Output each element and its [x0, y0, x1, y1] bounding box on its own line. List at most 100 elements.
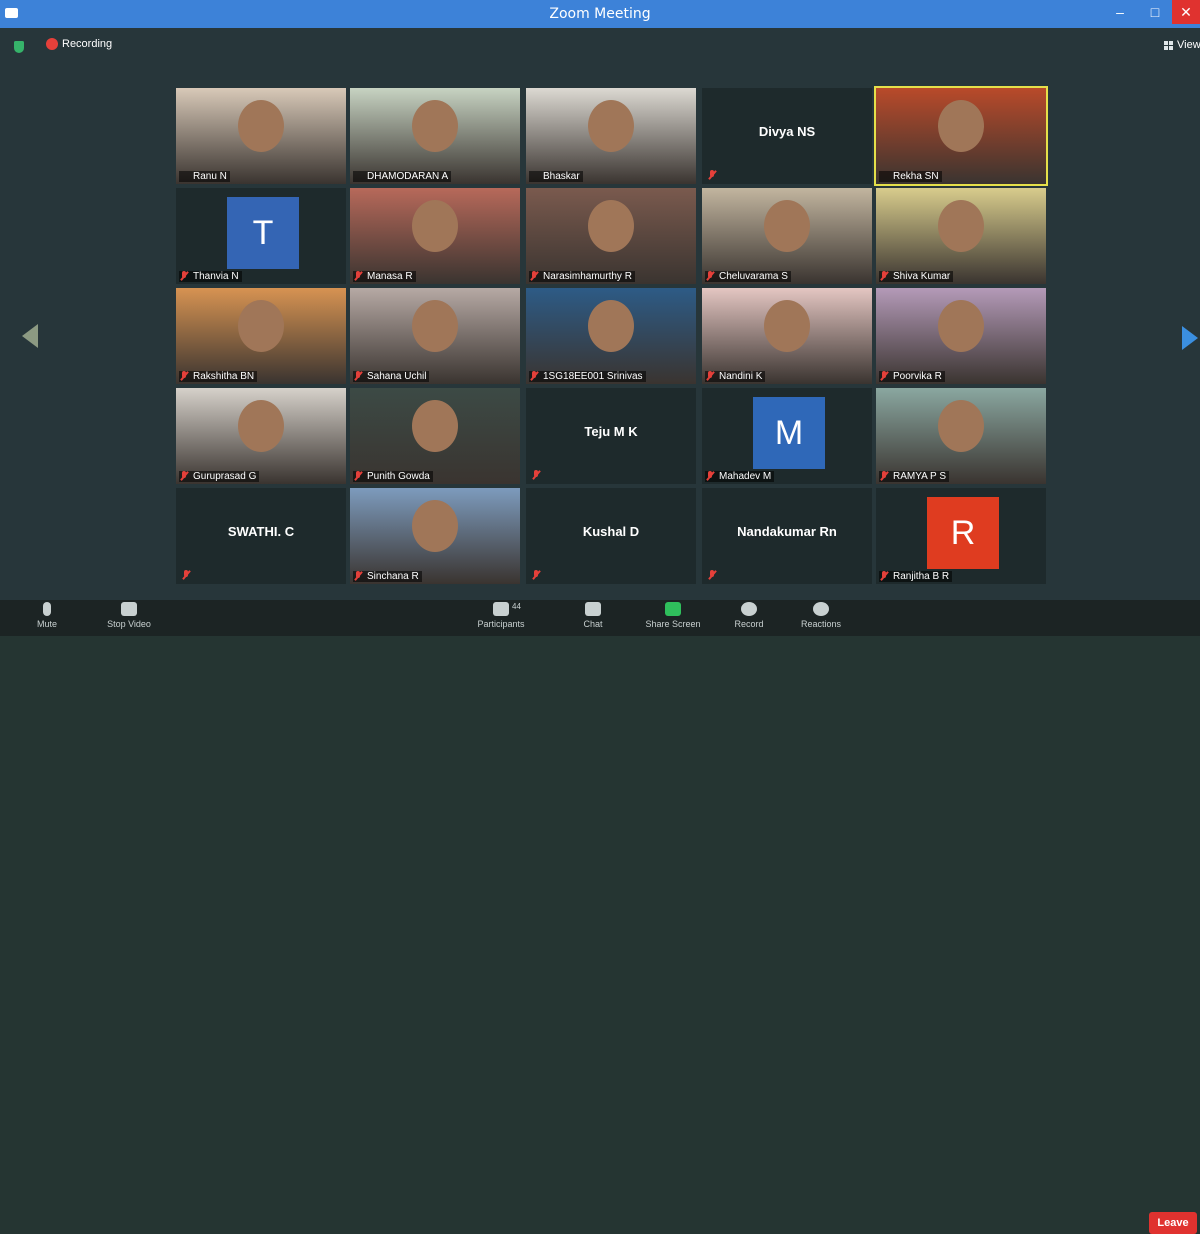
stop-video-label: Stop Video: [107, 619, 151, 629]
muted-microphone-icon: [180, 271, 188, 280]
participant-person-shape: [588, 100, 634, 152]
participant-tile[interactable]: Nandini K: [702, 288, 872, 384]
view-button[interactable]: View: [1164, 39, 1200, 51]
participant-person-shape: [238, 400, 284, 452]
share-screen-button[interactable]: Share Screen: [638, 602, 708, 629]
participant-tile[interactable]: Teju M K: [526, 388, 696, 484]
reactions-smiley-icon: [813, 602, 829, 616]
record-button[interactable]: Record: [714, 602, 784, 629]
muted-microphone-icon: [532, 470, 540, 479]
participant-tile[interactable]: SWATHI. C: [176, 488, 346, 584]
recording-label: Recording: [62, 38, 113, 50]
share-screen-label: Share Screen: [645, 619, 701, 629]
participant-tile[interactable]: R Ranjitha B R: [876, 488, 1046, 584]
participants-icon: [493, 602, 509, 616]
chat-label: Chat: [583, 619, 603, 629]
participant-person-shape: [412, 300, 458, 352]
participant-name-center: Divya NS: [758, 124, 816, 139]
participant-person-shape: [238, 300, 284, 352]
next-page-arrow-icon[interactable]: [1182, 326, 1198, 350]
participant-tile[interactable]: Rekha SN: [874, 86, 1048, 186]
chat-button[interactable]: Chat: [558, 602, 628, 629]
reactions-button[interactable]: Reactions: [786, 602, 856, 629]
participant-tile[interactable]: RAMYA P S: [876, 388, 1046, 484]
participant-tile[interactable]: Bhaskar: [526, 88, 696, 184]
participant-person-shape: [938, 200, 984, 252]
participant-avatar: R: [927, 497, 999, 569]
participants-label: Participants: [477, 619, 525, 629]
participant-tile[interactable]: Divya NS: [702, 88, 872, 184]
participant-tile[interactable]: Kushal D: [526, 488, 696, 584]
muted-microphone-icon: [530, 371, 538, 380]
gallery-grid-icon: [1164, 40, 1173, 50]
encryption-shield-icon[interactable]: [14, 41, 24, 53]
participant-video: [350, 188, 520, 284]
participant-tile[interactable]: Poorvika R: [876, 288, 1046, 384]
muted-microphone-icon: [354, 571, 362, 580]
leave-meeting-button[interactable]: Leave: [1149, 1212, 1197, 1234]
participant-tile[interactable]: M Mahadev M: [702, 388, 872, 484]
participant-video: [350, 88, 520, 184]
participant-tile[interactable]: Manasa R: [350, 188, 520, 284]
muted-microphone-icon: [880, 271, 888, 280]
recording-indicator[interactable]: Recording: [46, 38, 112, 50]
chat-bubble-icon: [585, 602, 601, 616]
participant-person-shape: [588, 300, 634, 352]
participant-tile[interactable]: T Thanvia N: [176, 188, 346, 284]
mute-button[interactable]: Mute: [12, 602, 82, 629]
stop-video-button[interactable]: Stop Video: [94, 602, 164, 629]
participant-name-center: SWATHI. C: [227, 524, 295, 539]
participant-name-center: Kushal D: [582, 524, 640, 539]
muted-microphone-icon: [354, 471, 362, 480]
participant-tile[interactable]: Guruprasad G: [176, 388, 346, 484]
participant-tile[interactable]: Cheluvarama S: [702, 188, 872, 284]
window-title-bar: Zoom Meeting – □ ✕: [0, 0, 1200, 28]
participant-tile[interactable]: Sinchana R: [350, 488, 520, 584]
share-screen-icon: [665, 602, 681, 616]
participant-person-shape: [938, 400, 984, 452]
participant-video: [350, 288, 520, 384]
participant-tile[interactable]: 1SG18EE001 Srinivas: [526, 288, 696, 384]
participant-video: [702, 188, 872, 284]
participant-count: 44: [512, 602, 521, 611]
participant-person-shape: [412, 100, 458, 152]
microphone-icon: [43, 602, 51, 616]
participant-tile[interactable]: Rakshitha BN: [176, 288, 346, 384]
maximize-button[interactable]: □: [1140, 0, 1170, 24]
participant-video: [876, 188, 1046, 284]
muted-microphone-icon: [880, 471, 888, 480]
participant-video: [526, 188, 696, 284]
participant-name-label: Punith Gowda: [353, 471, 433, 482]
participant-tile[interactable]: DHAMODARAN A: [350, 88, 520, 184]
previous-page-arrow-icon[interactable]: [22, 324, 38, 348]
participant-video: [526, 288, 696, 384]
participant-video: [176, 288, 346, 384]
participant-tile[interactable]: Shiva Kumar: [876, 188, 1046, 284]
participant-video: [350, 388, 520, 484]
participant-tile[interactable]: Nandakumar Rn: [702, 488, 872, 584]
participant-name-label: Ranjitha B R: [879, 571, 953, 582]
minimize-button[interactable]: –: [1105, 0, 1135, 24]
participants-button[interactable]: Participants 44: [466, 602, 536, 629]
muted-microphone-icon: [706, 471, 714, 480]
participant-person-shape: [764, 300, 810, 352]
close-button[interactable]: ✕: [1172, 0, 1200, 24]
participant-video: [350, 488, 520, 584]
participant-name-label: Ranu N: [179, 171, 230, 182]
participant-name-label: Shiva Kumar: [879, 271, 954, 282]
participant-tile[interactable]: Narasimhamurthy R: [526, 188, 696, 284]
muted-microphone-icon: [354, 371, 362, 380]
participant-person-shape: [938, 300, 984, 352]
participant-video: [876, 88, 1046, 184]
participant-name-label: Sahana Uchil: [353, 371, 430, 382]
participant-tile[interactable]: Punith Gowda: [350, 388, 520, 484]
participant-video: [702, 288, 872, 384]
participant-person-shape: [588, 200, 634, 252]
participant-name-label: Mahadev M: [705, 471, 775, 482]
participant-name-label: Narasimhamurthy R: [529, 271, 635, 282]
mute-label: Mute: [36, 619, 57, 629]
participant-tile[interactable]: Ranu N: [176, 88, 346, 184]
participant-name-label: 1SG18EE001 Srinivas: [529, 371, 646, 382]
muted-microphone-icon: [708, 570, 716, 579]
participant-tile[interactable]: Sahana Uchil: [350, 288, 520, 384]
